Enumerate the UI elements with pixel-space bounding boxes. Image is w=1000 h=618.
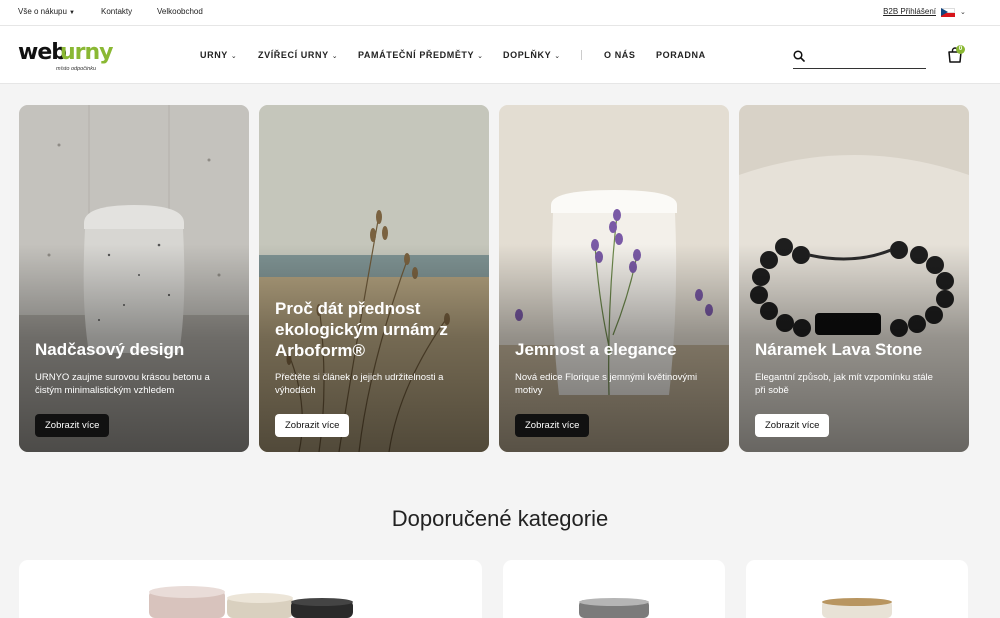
category-card[interactable] <box>19 560 482 618</box>
topbar-link-contacts[interactable]: Kontakty <box>101 7 132 16</box>
hero-card-text: Přečtěte si článek o jejich udržitelnost… <box>275 372 444 396</box>
logo[interactable]: web urny místo odpočinku <box>18 40 118 74</box>
b2b-login-link[interactable]: B2B Přihlášení <box>883 7 936 16</box>
language-chevron-down-icon[interactable]: ⌄ <box>960 8 966 16</box>
featured-categories-heading: Doporučené kategorie <box>391 506 609 531</box>
hero-card-title: Proč dát přednost ekologickým urnám z Ar… <box>275 299 448 360</box>
logo-text-web: web <box>18 40 67 65</box>
topbar-link-wholesale[interactable]: Velkoobchod <box>157 7 203 16</box>
hero-card-title: Jemnost a elegance <box>515 340 677 359</box>
nav-item-memorial-items[interactable]: PAMÁTEČNÍ PŘEDMĚTY ⌄ <box>358 50 484 60</box>
hero-card-florique[interactable]: Jemnost a elegance Nová edice Florique s… <box>499 105 729 452</box>
nav-item-accessories[interactable]: DOPLŇKY ⌄ <box>503 50 561 60</box>
hero-card-timeless-design[interactable]: Nadčasový design URNYO zaujme surovou kr… <box>19 105 249 452</box>
nav-item-pet-urns[interactable]: ZVÍŘECÍ URNY ⌄ <box>258 50 338 60</box>
search-input[interactable] <box>810 48 922 64</box>
hero-card-text: URNYO zaujme surovou krásou betonu a čis… <box>35 372 210 396</box>
show-more-button[interactable]: Zobrazit více <box>35 414 110 437</box>
topbar-link-shopping-info[interactable]: Vše o nákupu ▼ <box>18 7 75 16</box>
chevron-down-icon: ⌄ <box>331 53 339 60</box>
nav-item-about[interactable]: O NÁS <box>604 50 636 60</box>
hero-card-title: Nadčasový design <box>35 340 185 359</box>
nav-item-urns[interactable]: URNY ⌄ <box>200 50 237 60</box>
pet-urns-category-image <box>579 598 649 618</box>
category-card[interactable] <box>746 560 968 618</box>
czech-flag-icon[interactable] <box>941 8 955 17</box>
hero-card-text: Elegantní způsob, jak mít vzpomínku stál… <box>755 372 933 396</box>
top-utility-bar: Vše o nákupu ▼ Kontakty Velkoobchod B2B P… <box>0 0 1000 26</box>
show-more-button[interactable]: Zobrazit více <box>755 414 830 437</box>
search-icon[interactable] <box>793 50 805 62</box>
nav-item-advice[interactable]: PORADNA <box>656 50 706 60</box>
logo-text-urny: urny <box>60 40 114 65</box>
category-card[interactable] <box>503 560 725 618</box>
urns-category-image <box>149 586 353 618</box>
hero-card-eco-urns[interactable]: Proč dát přednost ekologickým urnám z Ar… <box>259 105 489 452</box>
show-more-button[interactable]: Zobrazit více <box>515 414 590 437</box>
chevron-down-icon: ⌄ <box>554 53 561 60</box>
chevron-down-icon: ⌄ <box>477 53 484 60</box>
chevron-down-icon: ⌄ <box>230 53 238 60</box>
show-more-button[interactable]: Zobrazit více <box>275 414 350 437</box>
hero-card-lava-bracelet[interactable]: Náramek Lava Stone Elegantní způsob, jak… <box>739 105 969 452</box>
chevron-down-icon: ▼ <box>68 10 75 16</box>
hero-card-text: Nová edice Florique s jemnými květinovým… <box>515 372 698 396</box>
nav-divider <box>581 50 582 60</box>
search-underline <box>793 68 926 69</box>
logo-tagline: místo odpočinku <box>56 66 97 72</box>
cart-count-badge: 0 <box>956 45 965 54</box>
hero-card-title: Náramek Lava Stone <box>755 340 923 359</box>
memorial-items-category-image <box>822 598 892 618</box>
